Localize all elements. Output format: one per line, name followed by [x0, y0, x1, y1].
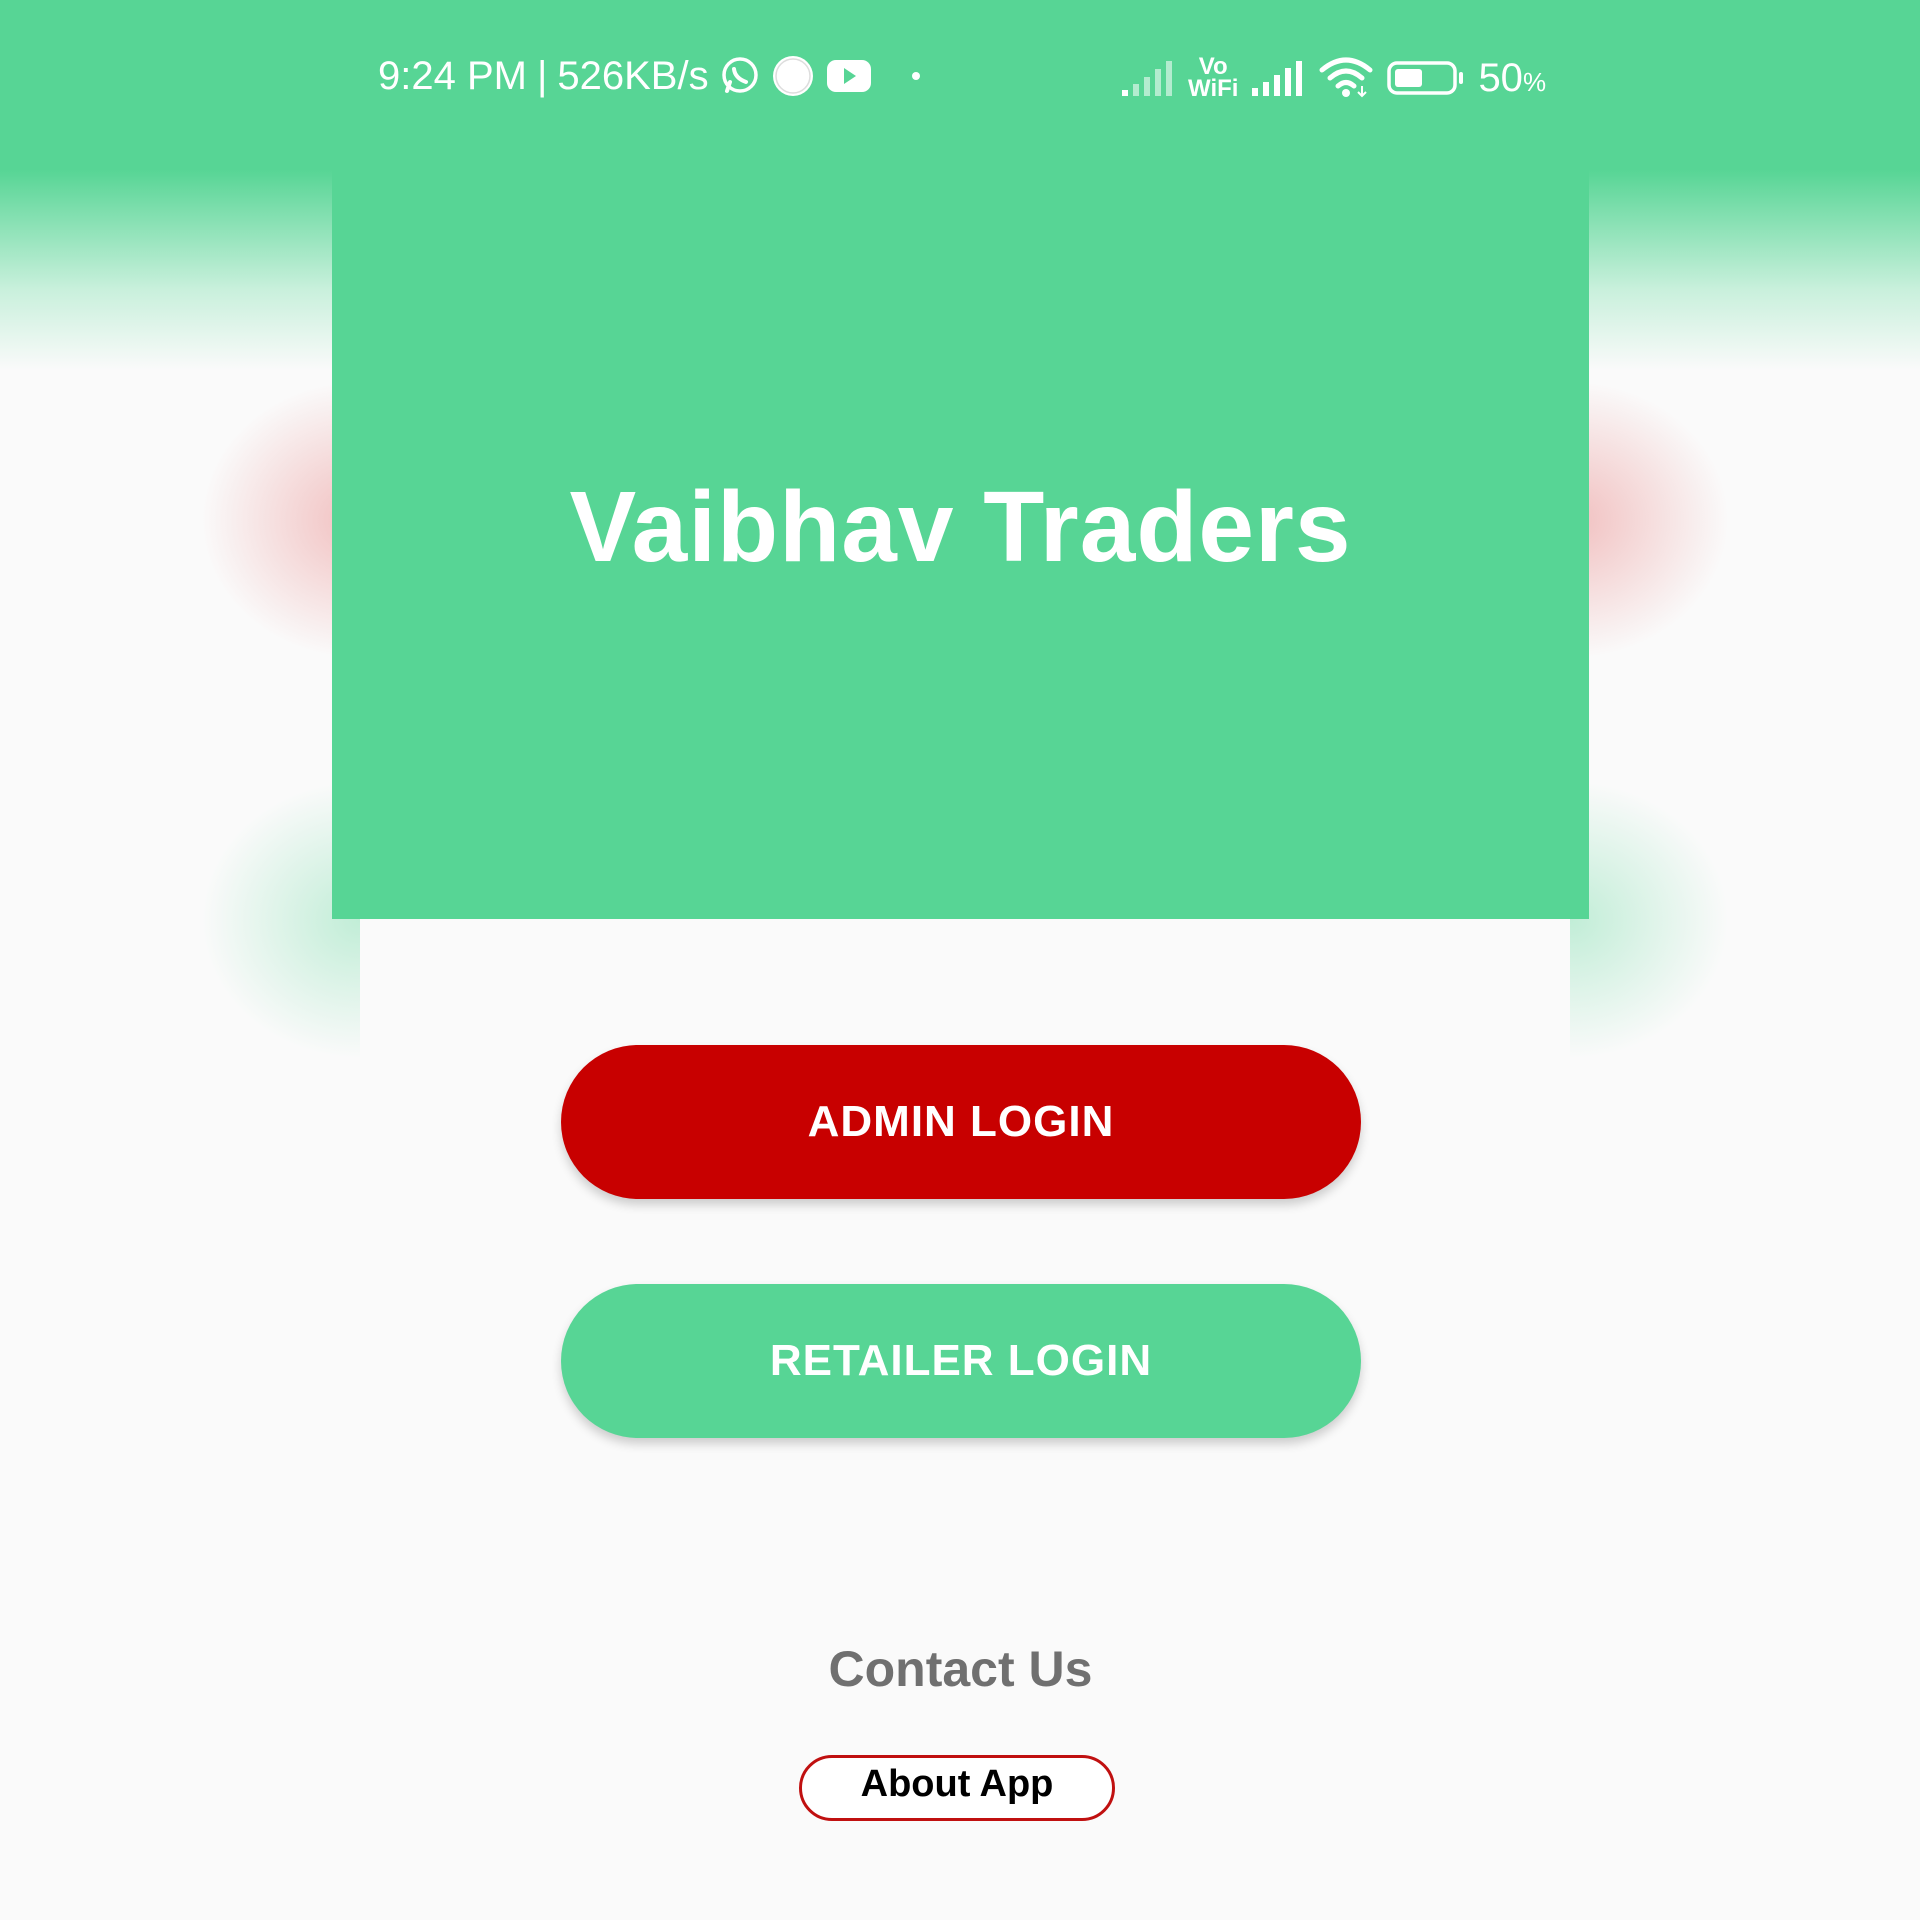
background-glow: [1570, 380, 1730, 660]
wifi-icon: [1318, 56, 1374, 100]
status-bar: 9:24 PM | 526KB/s Vo WiFi 50%: [0, 0, 1920, 150]
vowifi-icon: Vo WiFi: [1188, 55, 1239, 102]
signal-weak-icon: [1120, 58, 1176, 98]
dot-icon: [911, 71, 921, 81]
battery-icon: [1386, 58, 1466, 98]
battery-percentage: 50%: [1478, 56, 1546, 101]
app-screen: Vaibhav Traders ADMIN LOGIN RETAILER LOG…: [332, 0, 1589, 1920]
status-separator: |: [536, 53, 548, 98]
app-title: Vaibhav Traders: [569, 471, 1352, 583]
youtube-icon: [825, 56, 875, 96]
status-time: 9:24 PM: [378, 53, 527, 98]
battery-percent-unit: %: [1522, 66, 1547, 97]
wifi-label: WiFi: [1188, 75, 1239, 102]
retailer-login-button[interactable]: RETAILER LOGIN: [561, 1284, 1361, 1438]
battery-percent-value: 50: [1478, 55, 1523, 100]
whatsapp-icon: [719, 55, 761, 97]
status-left: 9:24 PM | 526KB/s: [378, 48, 921, 104]
circle-app-icon: [771, 54, 815, 98]
network-speed: 526KB/s: [557, 53, 709, 98]
about-app-button[interactable]: About App: [799, 1755, 1115, 1821]
signal-strong-icon: [1250, 58, 1306, 98]
admin-login-button[interactable]: ADMIN LOGIN: [561, 1045, 1361, 1199]
contact-us-link[interactable]: Contact Us: [332, 1640, 1589, 1698]
background-glow: [1570, 780, 1730, 1060]
status-right: Vo WiFi 50%: [1120, 48, 1546, 108]
about-app-label: About App: [860, 1762, 1054, 1805]
